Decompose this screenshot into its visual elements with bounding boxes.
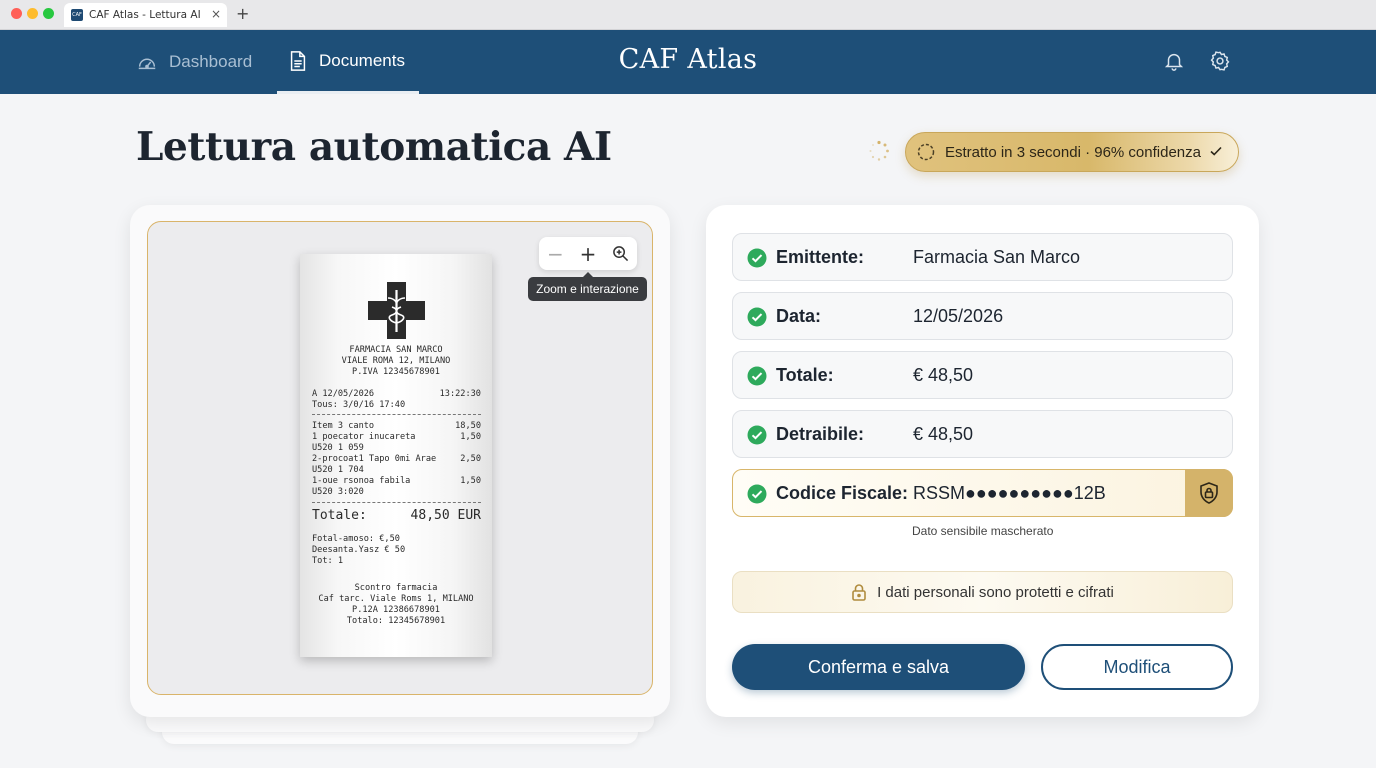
receipt-item: U520 3:020 [312, 487, 364, 497]
field-emittente[interactable]: Emittente: Farmacia San Marco [732, 233, 1233, 281]
zoom-tooltip: Zoom e interazione [528, 272, 647, 301]
bell-icon[interactable] [1163, 50, 1185, 72]
shield-lock-icon [1200, 482, 1218, 504]
receipt-item: 2-procoat1 Tapo 0mi Arae 2,50 [312, 454, 481, 464]
check-circle-icon [747, 425, 767, 445]
extracted-data-card [706, 205, 1259, 717]
receipt-item: 1-oue rsonoa fabila 1,50 [312, 476, 481, 486]
edit-button[interactable]: Modifica [1041, 644, 1233, 690]
receipt-total-row: Totale: 48,50 EUR [312, 508, 481, 523]
confirm-save-button[interactable]: Conferma e salva [732, 644, 1025, 690]
field-label: Data: [776, 305, 822, 326]
field-detraibile[interactable]: Detraibile: € 48,50 [732, 410, 1233, 458]
check-circle-icon [747, 248, 767, 268]
receipt-footer-line: Fotal-amoso: €,50 [312, 534, 400, 544]
field-label: Totale: [776, 364, 834, 385]
loading-spinner-icon [869, 140, 889, 161]
masked-data-note: Dato sensibile mascherato [912, 524, 1054, 538]
field-codice-fiscale[interactable]: Codice Fiscale: RSSM●●●●●●●●●●12B [732, 469, 1233, 517]
minimize-window-button[interactable] [27, 8, 38, 19]
field-label: Codice Fiscale: [776, 482, 909, 503]
tab-title: CAF Atlas - Lettura AI [89, 9, 201, 21]
field-value: RSSM●●●●●●●●●●12B [913, 482, 1106, 503]
field-data[interactable]: Data: 12/05/2026 [732, 292, 1233, 340]
zoom-in-button[interactable]: + [572, 237, 605, 270]
receipt-item: Item 3 canto 18,50 [312, 421, 481, 431]
receipt-date: A 12/05/2026 [312, 389, 375, 399]
field-value: € 48,50 [913, 364, 974, 385]
check-circle-icon [747, 307, 767, 327]
receipt-header-line: P.IVA 12345678901 [352, 367, 440, 377]
receipt-item: 1 poecator inucareta 1,50 [312, 432, 481, 442]
receipt-time: 13:22:30 [439, 389, 481, 399]
browser-tab[interactable]: CAF CAF Atlas - Lettura AI × [64, 3, 227, 27]
receipt-footer-line: Deesanta.Yasz € 50 [312, 545, 406, 555]
receipt-header-line: FARMACIA SAN MARCO [349, 345, 443, 355]
padlock-icon [852, 584, 866, 601]
receipt-item: U520 1 704 [312, 465, 364, 475]
extraction-status-text: Estratto in 3 secondi · 96% confidenza [945, 143, 1201, 161]
reveal-toggle-button[interactable] [1185, 469, 1233, 517]
receipt-divider [312, 502, 481, 503]
privacy-banner: I dati personali sono protetti e cifrati [732, 571, 1233, 613]
page-title: Lettura automatica AI [136, 124, 612, 170]
check-circle-icon [747, 484, 767, 504]
receipt-total-value: 48,50 EUR [410, 508, 481, 523]
field-totale[interactable]: Totale: € 48,50 [732, 351, 1233, 399]
extraction-status-badge: Estratto in 3 secondi · 96% confidenza [905, 132, 1239, 172]
check-icon [1210, 146, 1222, 156]
browser-chrome: CAF CAF Atlas - Lettura AI × + [0, 0, 1376, 30]
pharmacy-cross-logo-icon [368, 282, 425, 339]
zoom-toolbar: − + [539, 237, 637, 270]
field-label: Emittente: [776, 246, 865, 267]
zoom-out-button[interactable]: − [539, 237, 572, 270]
receipt-sub-line: Tous: 3/0/16 17:40 [312, 400, 406, 410]
gear-icon[interactable] [1209, 50, 1231, 72]
app-header: Dashboard Documents CAF Atlas [0, 30, 1376, 94]
receipt-divider [312, 414, 481, 415]
receipt-footer-center: Caf tarc. Viale Roms 1, MILANO [318, 594, 474, 604]
maximize-window-button[interactable] [43, 8, 54, 19]
magnifier-icon [613, 246, 629, 262]
zoom-fit-button[interactable] [604, 237, 637, 270]
receipt-footer-center: Scontro farmacia [354, 583, 438, 593]
field-value: € 48,50 [913, 423, 974, 444]
receipt-total-label: Totale: [312, 508, 367, 523]
receipt-date-row: A 12/05/2026 13:22:30 [312, 389, 481, 400]
field-label: Detraibile: [776, 423, 865, 444]
receipt-footer-center: Totalo: 12345678901 [346, 616, 446, 626]
new-tab-button[interactable]: + [236, 4, 249, 23]
receipt-image: FARMACIA SAN MARCO VIALE ROMA 12, MILANO… [300, 254, 492, 657]
favicon-icon: CAF [71, 9, 83, 21]
receipt-footer-line: Tot: 1 [312, 556, 344, 566]
field-value: 12/05/2026 [913, 305, 1004, 326]
close-window-button[interactable] [11, 8, 22, 19]
progress-ring-icon [917, 143, 935, 161]
check-circle-icon [747, 366, 767, 386]
receipt-item: U520 1 059 [312, 443, 364, 453]
tab-close-button[interactable]: × [211, 7, 221, 21]
privacy-banner-text: I dati personali sono protetti e cifrati [877, 583, 1114, 601]
receipt-header-line: VIALE ROMA 12, MILANO [341, 356, 451, 366]
receipt-footer-center: P.12A 12386678901 [352, 605, 440, 615]
field-value: Farmacia San Marco [913, 246, 1081, 267]
